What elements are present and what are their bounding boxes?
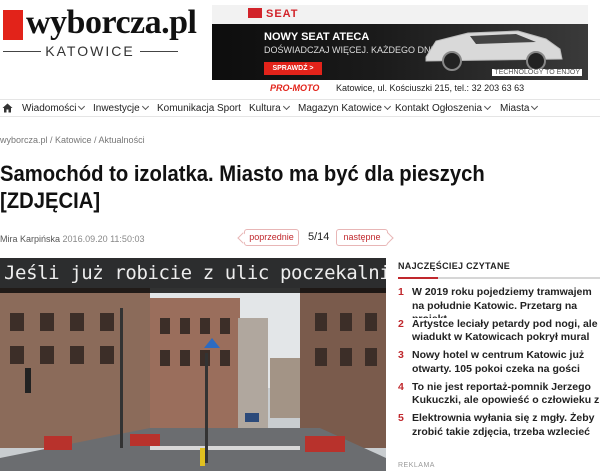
nav-item-miasta[interactable]: Miasta xyxy=(500,102,539,114)
nav-item-inwestycje[interactable]: Inwestycje xyxy=(93,102,149,114)
site-logo[interactable]: wyborcza.pl KATOWICE xyxy=(0,0,200,80)
car-image xyxy=(425,30,563,71)
list-item-number: 4 xyxy=(398,380,404,393)
chevron-down-icon xyxy=(483,102,492,111)
nav-item-kontakt[interactable]: Kontakt xyxy=(395,103,429,114)
dealer-address: Katowice, ul. Kościuszki 215, tel.: 32 2… xyxy=(336,83,525,93)
chevron-down-icon xyxy=(531,102,539,111)
nav-item-label: Kultura xyxy=(249,103,281,114)
logo-mark xyxy=(3,10,23,40)
chevron-down-icon xyxy=(282,102,290,111)
nav-item-sport[interactable]: Sport xyxy=(217,103,241,114)
list-item-number: 2 xyxy=(398,317,404,330)
article-title: Samochód to izolatka. Miasto ma być dla … xyxy=(0,161,485,213)
list-item[interactable]: 5 Elektrownia wyłania się z mgły. Żeby z… xyxy=(398,412,600,444)
sidebar-title: NAJCZĘŚCIEJ CZYTANE xyxy=(398,261,511,271)
next-photo-button[interactable]: następne xyxy=(336,229,388,246)
prev-photo-button[interactable]: poprzednie xyxy=(244,229,299,246)
list-item-text: Elektrownia wyłania się z mgły. Żeby zro… xyxy=(412,412,595,438)
list-item-number: 3 xyxy=(398,349,404,361)
seat-logo-icon xyxy=(248,8,262,18)
article-meta: Mira Karpińska 2016.09.20 11:50:03 xyxy=(0,234,144,244)
ad-label: REKLAMA xyxy=(398,462,435,469)
ad-tech-label: TECHNOLOGY TO ENJOY xyxy=(492,69,582,76)
list-item-number: 1 xyxy=(398,286,404,298)
photo-caption: Jeśli już robicie z ulic poczekalnie xyxy=(4,262,386,284)
list-item[interactable]: 3 Nowy hotel w centrum Katowic już otwar… xyxy=(398,349,600,381)
nav-item-label: Miasta xyxy=(500,103,530,114)
ad-headline: NOWY SEAT ATECA xyxy=(264,31,370,43)
sidebar-divider xyxy=(398,277,600,279)
nav-item-label: Kontakt xyxy=(395,103,429,114)
main-nav: Wiadomości Inwestycje Komunikacja Sport … xyxy=(0,99,600,117)
list-item-text: Artystce leciały petardy pod nogi, ale w… xyxy=(412,317,598,344)
photo-caption-bar: Jeśli już robicie z ulic poczekalnie xyxy=(0,258,386,293)
ad-brand: SEAT xyxy=(266,8,299,20)
most-read-list: 1 W 2019 roku pojedziemy tramwajem na po… xyxy=(398,286,600,444)
dealer-logo: PRO-MOTO xyxy=(270,83,320,93)
list-item[interactable]: 2 Artystce leciały petardy pod nogi, ale… xyxy=(398,318,600,350)
chevron-down-icon xyxy=(141,102,149,111)
chevron-down-icon xyxy=(78,102,86,111)
nav-item-label: Ogłoszenia xyxy=(432,103,483,114)
home-icon[interactable] xyxy=(2,103,13,113)
nav-item-ogloszenia[interactable]: Ogłoszenia xyxy=(432,102,492,114)
divider xyxy=(140,51,178,52)
nav-item-magazyn-katowice[interactable]: Magazyn Katowice xyxy=(298,102,391,114)
gallery-photo[interactable]: Jeśli już robicie z ulic poczekalnie xyxy=(0,258,386,471)
list-item-text: W 2019 roku pojedziemy tramwajem na połu… xyxy=(412,286,592,318)
nav-item-komunikacja[interactable]: Komunikacja xyxy=(157,103,214,114)
chevron-down-icon xyxy=(383,102,391,111)
article-date: 2016.09.20 11:50:03 xyxy=(62,234,145,244)
list-item[interactable]: 4 To nie jest reportaż-pomnik Jerzego Ku… xyxy=(398,381,600,413)
breadcrumb[interactable]: wyborcza.pl / Katowice / Aktualności xyxy=(0,135,145,145)
nav-item-kultura[interactable]: Kultura xyxy=(249,102,290,114)
list-item[interactable]: 1 W 2019 roku pojedziemy tramwajem na po… xyxy=(398,286,600,318)
logo-text: wyborcza.pl xyxy=(26,4,197,41)
ad-cta-button[interactable]: SPRAWDŹ > xyxy=(264,62,322,75)
nav-item-label: Sport xyxy=(217,103,241,114)
nav-item-label: Wiadomości xyxy=(22,103,77,114)
nav-item-label: Magazyn Katowice xyxy=(298,103,382,114)
photo-counter: 5/14 xyxy=(308,231,330,243)
article-author[interactable]: Mira Karpińska xyxy=(0,234,60,244)
list-item-number: 5 xyxy=(398,412,404,424)
nav-item-label: Inwestycje xyxy=(93,103,140,114)
list-item-text: Nowy hotel w centrum Katowic już otwarty… xyxy=(412,349,585,375)
seat-logo: SEAT xyxy=(248,8,299,20)
list-item-text: To nie jest reportaż-pomnik Jerzego Kuku… xyxy=(412,380,600,407)
ad-banner[interactable]: SEAT NOWY SEAT ATECA DOŚWIADCZAJ WIĘCEJ.… xyxy=(212,5,588,80)
dealer-info[interactable]: PRO-MOTO Katowice, ul. Kościuszki 215, t… xyxy=(270,83,590,97)
nav-item-label: Komunikacja xyxy=(157,103,215,114)
nav-item-wiadomosci[interactable]: Wiadomości xyxy=(22,102,86,114)
ad-subline: DOŚWIADCZAJ WIĘCEJ. KAŻDEGO DNIA. xyxy=(264,45,442,55)
